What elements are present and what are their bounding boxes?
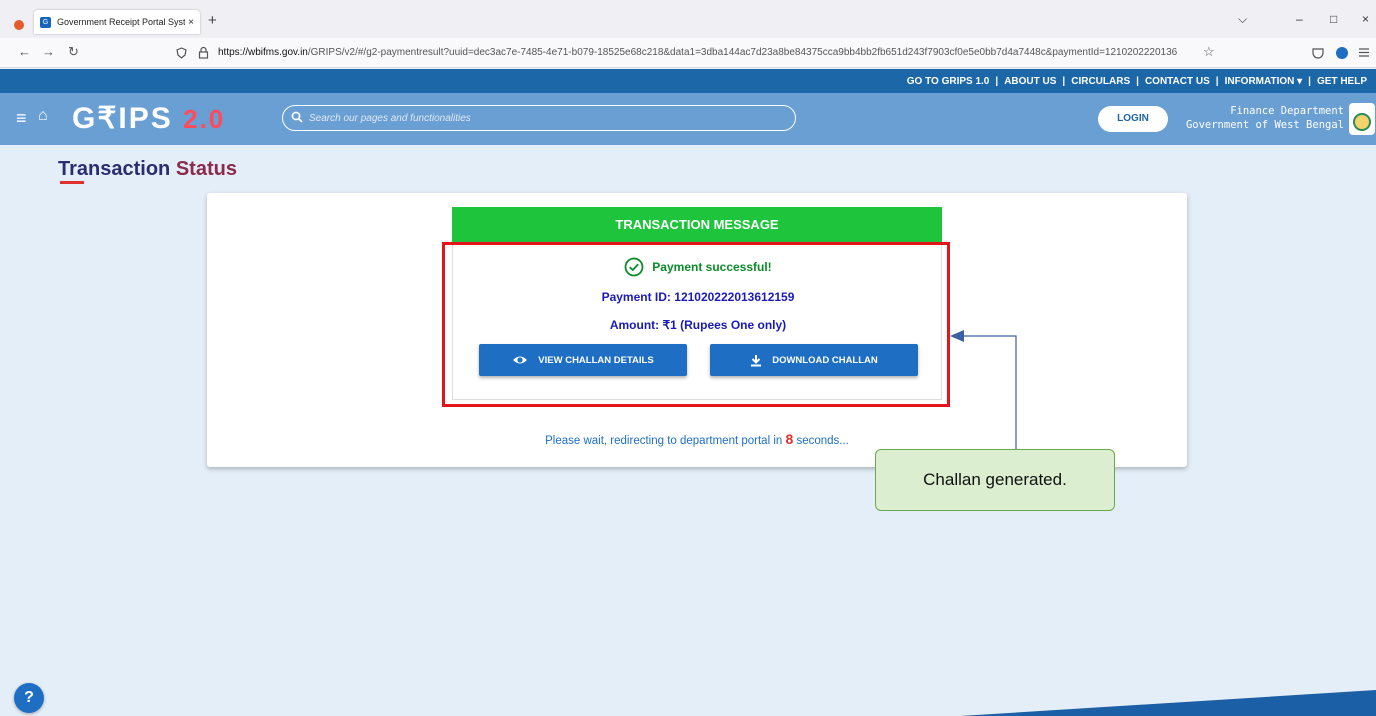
page-title-part2: Status <box>175 158 237 180</box>
search-icon <box>291 111 303 123</box>
home-icon[interactable]: ⌂ <box>38 107 48 125</box>
browser-tab-strip: G Government Receipt Portal Syst × + ⌵ –… <box>0 0 1376 38</box>
browser-nav-bar: ← → ↻ https://wbifms.gov.in/GRIPS/v2/#/g… <box>0 38 1376 68</box>
menu-icon[interactable] <box>1358 47 1370 58</box>
link-circulars[interactable]: CIRCULARS <box>1071 76 1130 87</box>
site-header: ≡ ⌂ G₹IPS 2.0 LOGIN Finance Department G… <box>0 93 1376 145</box>
maximize-button[interactable]: □ <box>1330 12 1337 26</box>
search-input[interactable] <box>309 109 779 127</box>
tab-list-dropdown-icon[interactable]: ⌵ <box>1238 12 1247 27</box>
top-links-bar: GO TO GRIPS 1.0 | ABOUT US | CIRCULARS |… <box>0 69 1376 93</box>
link-information[interactable]: INFORMATION ▾ <box>1225 76 1303 87</box>
back-arrow-icon[interactable]: ← <box>18 44 31 59</box>
browser-tab[interactable]: G Government Receipt Portal Syst × <box>34 10 200 34</box>
redirect-suffix: seconds... <box>793 435 849 447</box>
url-host: https://wbifms.gov.in <box>218 47 308 58</box>
logo-text: G₹IPS <box>72 102 173 135</box>
link-separator: | <box>1215 75 1219 87</box>
shield-icon[interactable] <box>176 47 187 59</box>
minimize-button[interactable]: – <box>1296 12 1303 26</box>
redirect-prefix: Please wait, redirecting to department p… <box>545 435 786 447</box>
grips-favicon-icon: G <box>40 16 51 28</box>
west-bengal-emblem-icon <box>1349 103 1375 135</box>
login-button[interactable]: LOGIN <box>1098 106 1168 132</box>
reload-icon[interactable]: ↻ <box>68 44 79 60</box>
tab-title: Government Receipt Portal Syst <box>57 17 186 27</box>
url-path: /GRIPS/v2/#/g2-paymentresult?uuid=dec3ac… <box>307 47 1178 58</box>
redirect-message: Please wait, redirecting to department p… <box>207 431 1187 447</box>
dept-line-2: Government of West Bengal <box>1185 119 1344 131</box>
help-button[interactable]: ? <box>14 683 44 713</box>
account-icon[interactable] <box>1336 47 1348 59</box>
tab-close-icon[interactable]: × <box>188 17 194 28</box>
forward-arrow-icon[interactable]: → <box>42 44 55 59</box>
challan-callout: Challan generated. <box>875 449 1115 511</box>
pocket-icon[interactable] <box>1312 47 1324 59</box>
new-tab-button[interactable]: + <box>208 12 217 29</box>
hamburger-menu-icon[interactable]: ≡ <box>16 108 27 129</box>
search-box[interactable] <box>282 105 796 131</box>
link-separator: | <box>1136 75 1139 87</box>
window-close-button[interactable]: × <box>1362 12 1369 26</box>
link-separator: | <box>1308 75 1311 87</box>
title-underline <box>60 181 84 184</box>
page-title-part1: Transaction <box>58 158 171 180</box>
highlight-box <box>442 242 950 407</box>
firefox-icon <box>14 20 24 30</box>
lock-icon[interactable] <box>198 46 209 59</box>
page-title: Transaction Status <box>58 158 237 181</box>
dept-line-1: Finance Department <box>1230 105 1344 117</box>
grips-logo[interactable]: G₹IPS 2.0 <box>72 101 225 136</box>
transaction-message-header: TRANSACTION MESSAGE <box>452 207 942 242</box>
link-separator: | <box>1062 75 1066 87</box>
link-contact[interactable]: CONTACT US <box>1145 76 1210 87</box>
department-label: Finance Department Government of West Be… <box>1176 104 1344 132</box>
bookmark-star-icon[interactable]: ☆ <box>1203 44 1215 60</box>
url-field[interactable]: https://wbifms.gov.in/GRIPS/v2/#/g2-paym… <box>218 47 1198 58</box>
link-help[interactable]: GET HELP <box>1317 76 1367 87</box>
link-grips1[interactable]: GO TO GRIPS 1.0 <box>907 76 990 87</box>
logo-version: 2.0 <box>183 104 226 134</box>
link-separator: | <box>995 75 999 87</box>
link-about[interactable]: ABOUT US <box>1004 76 1056 87</box>
